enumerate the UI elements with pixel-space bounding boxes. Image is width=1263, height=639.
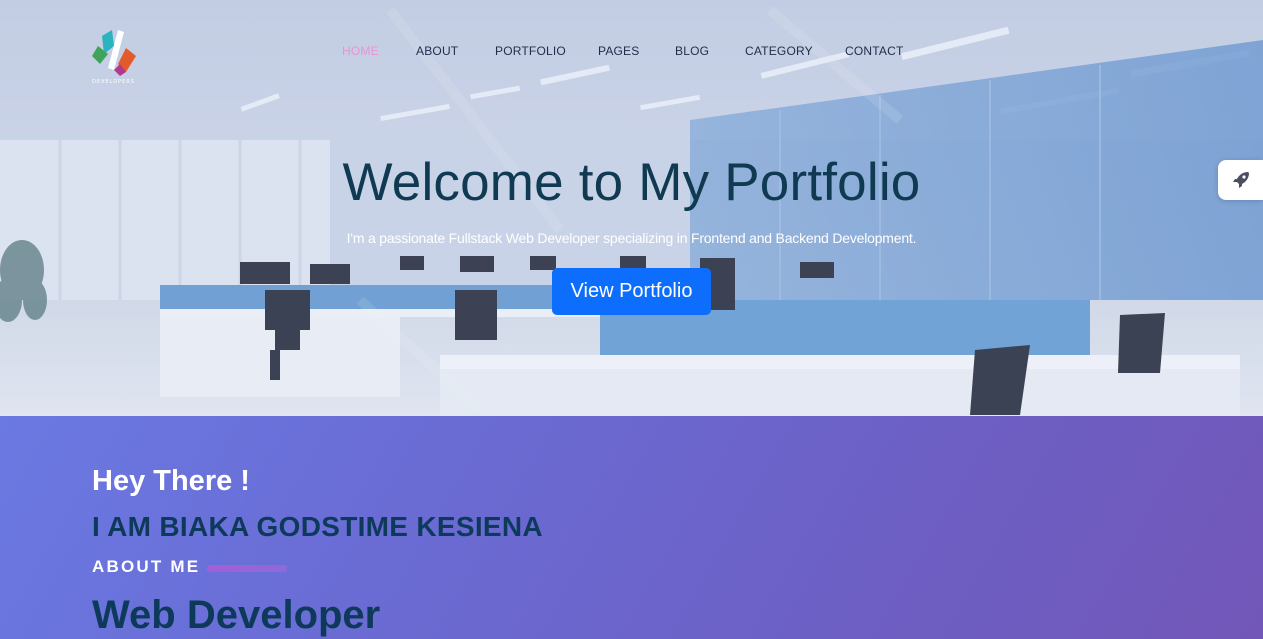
settings-widget[interactable] (1218, 160, 1263, 200)
hero-subtitle: I'm a passionate Fullstack Web Developer… (0, 230, 1263, 246)
nav-item-contact[interactable]: CONTACT (845, 44, 904, 58)
hero-title: Welcome to My Portfolio (342, 153, 921, 212)
about-role: Web Developer (92, 593, 381, 637)
about-label: ABOUT ME (92, 557, 201, 576)
hero-subtitle-role: Fullstack Web Developer (448, 230, 600, 246)
brand-caption: DEVELOPERS (92, 79, 135, 85)
main-nav: HOME ABOUT PORTFOLIO PAGES BLOG CATEGORY… (0, 44, 1263, 60)
hero-subtitle-prefix: I'm a passionate (346, 230, 449, 246)
view-portfolio-button[interactable]: View Portfolio (552, 268, 711, 315)
nav-item-about[interactable]: ABOUT (416, 44, 458, 58)
hero-subtitle-suffix: . (912, 230, 917, 246)
about-section: Hey There ! I AM BIAKA GODSTIME KESIENA … (0, 416, 1263, 639)
nav-item-blog[interactable]: BLOG (675, 44, 709, 58)
nav-item-pages[interactable]: PAGES (598, 44, 639, 58)
hero-section: DEVELOPERS HOME ABOUT PORTFOLIO PAGES BL… (0, 0, 1263, 416)
nav-item-category[interactable]: CATEGORY (745, 44, 813, 58)
nav-item-home[interactable]: HOME (342, 44, 379, 58)
rocket-icon (1232, 172, 1249, 188)
hero-subtitle-focus: Frontend and Backend Development (690, 230, 913, 246)
about-greeting: Hey There ! (92, 465, 250, 497)
about-name: I AM BIAKA GODSTIME KESIENA (92, 511, 543, 542)
hero-subtitle-mid: specializing in (599, 230, 691, 246)
about-label-underline (207, 565, 287, 572)
nav-item-portfolio[interactable]: PORTFOLIO (495, 44, 566, 58)
